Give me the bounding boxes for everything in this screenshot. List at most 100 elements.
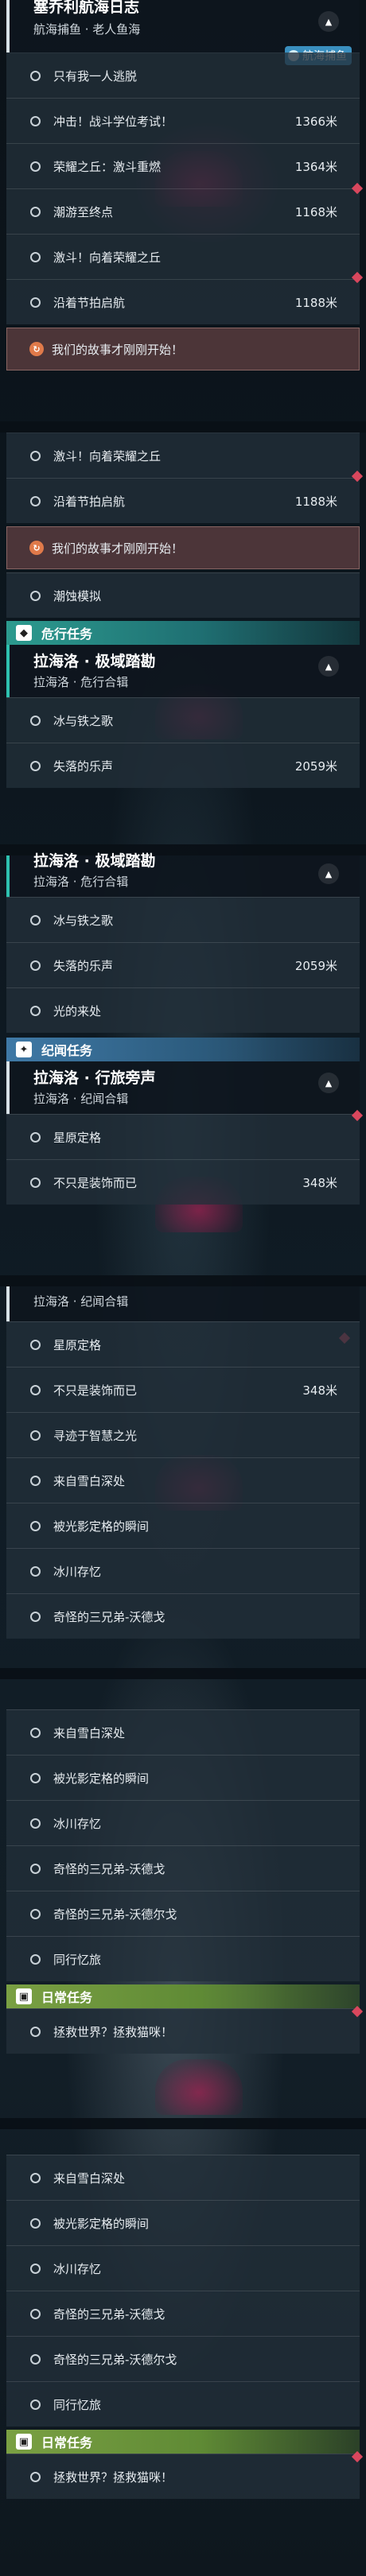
quest-item[interactable]: 奇怪的三兄弟-沃德戈 <box>6 1593 360 1639</box>
frame-divider <box>0 1668 366 1679</box>
quest-item[interactable]: 奇怪的三兄弟-沃德戈 <box>6 1845 360 1891</box>
circle-icon <box>30 715 41 726</box>
chevron-up-icon[interactable]: ▲ <box>318 863 339 884</box>
story-icon: ↻ <box>29 342 44 356</box>
quest-item[interactable]: 激斗！向着荣耀之丘 <box>6 234 360 279</box>
quest-item[interactable]: 奇怪的三兄弟-沃德尔戈 <box>6 1891 360 1936</box>
quest-item[interactable]: 光的来处 <box>6 987 360 1033</box>
quest-group-header[interactable]: 拉海洛 · 极域踏勘 拉海洛 · 危行合辑 ▲ <box>6 852 360 897</box>
quest-item[interactable]: 荣耀之丘：激斗重燃 1364米 <box>6 143 360 188</box>
quest-item[interactable]: 冰与铁之歌 <box>6 897 360 942</box>
circle-icon <box>30 1863 41 1874</box>
circle-icon <box>30 914 41 925</box>
quest-item[interactable]: 冰川存忆 <box>6 1800 360 1845</box>
quest-label: 冰与铁之歌 <box>53 713 114 728</box>
circle-icon <box>30 2399 41 2410</box>
quest-item[interactable]: 冰川存忆 <box>6 1548 360 1593</box>
quest-item[interactable]: 冲击！战斗学位考试！ 1366米 <box>6 98 360 143</box>
waypoint-marker-icon <box>351 2005 364 2018</box>
story-quest-item[interactable]: ↻ 我们的故事才刚刚开始！ <box>6 526 360 569</box>
quest-label: 同行忆旅 <box>53 2397 102 2412</box>
quest-label: 荣耀之丘：激斗重燃 <box>53 159 162 174</box>
chevron-up-icon[interactable]: ▲ <box>318 656 339 677</box>
quest-item[interactable]: 来自雪白深处 <box>6 1457 360 1503</box>
bow-decoration <box>155 2059 243 2115</box>
quest-item[interactable]: 星原定格 <box>6 1109 364 1159</box>
quest-item[interactable]: 失落的乐声 2059米 <box>6 942 360 987</box>
quest-item[interactable]: 同行忆旅 <box>6 1936 360 1981</box>
quest-label: 同行忆旅 <box>53 1952 102 1967</box>
circle-icon <box>30 1475 41 1486</box>
quest-distance: 348米 <box>302 1383 337 1398</box>
frame-divider <box>0 421 366 433</box>
circle-icon <box>30 1953 41 1965</box>
quest-item[interactable]: 潮蚀模拟 <box>6 572 360 618</box>
quest-item[interactable]: 激斗！向着荣耀之丘 <box>6 433 360 478</box>
quest-distance: 2059米 <box>294 958 337 973</box>
quest-label: 被光影定格的瞬间 <box>53 2216 150 2231</box>
category-label: 危行任务 <box>41 627 93 642</box>
quest-item[interactable]: 被光影定格的瞬间 <box>6 1755 360 1800</box>
circle-icon <box>30 1565 41 1577</box>
story-quest-item[interactable]: ↻ 我们的故事才刚刚开始！ <box>6 328 360 370</box>
circle-icon <box>30 2263 41 2274</box>
quest-item[interactable]: 同行忆旅 <box>6 2381 360 2427</box>
quest-item[interactable]: 冰川存忆 <box>6 2245 360 2291</box>
category-label: 纪闻任务 <box>41 1043 93 1058</box>
quest-item[interactable]: 来自雪白深处 <box>6 2155 360 2200</box>
quest-section-1: 塞乔利航海日志 航海捕鱼 · 老人鱼海 ▲ 航海捕鱼 只有我一人逃脱 冲击！战斗… <box>0 0 366 370</box>
story-icon: ↻ <box>29 541 44 555</box>
quest-item[interactable]: 失落的乐声 2059米 <box>6 743 360 788</box>
quest-label: 冲击！战斗学位考试！ <box>53 114 173 129</box>
quest-group-header[interactable]: 塞乔利航海日志 航海捕鱼 · 老人鱼海 ▲ <box>6 0 360 52</box>
quest-item[interactable]: 寻迹于智慧之光 <box>6 1412 360 1457</box>
quest-label: 被光影定格的瞬间 <box>53 1519 150 1534</box>
circle-icon <box>30 1005 41 1016</box>
quest-item[interactable]: 奇怪的三兄弟-沃德戈 <box>6 2291 360 2336</box>
circle-icon <box>30 2217 41 2229</box>
chevron-up-icon[interactable]: ▲ <box>318 11 339 32</box>
quest-item[interactable]: 沿着节拍启航 1188米 <box>6 470 364 523</box>
quest-item[interactable]: 拯救世界？拯救猫咪！ <box>6 2005 364 2054</box>
chevron-up-icon[interactable]: ▲ <box>318 1073 339 1093</box>
group-subtitle: 拉海洛 · 纪闻合辑 <box>33 1092 129 1106</box>
circle-icon <box>30 297 41 308</box>
circle-icon <box>30 115 41 126</box>
quest-label: 来自雪白深处 <box>53 1725 126 1740</box>
quest-section-5: 来自雪白深处 被光影定格的瞬间 冰川存忆 奇怪的三兄弟-沃德戈 奇怪的三兄弟-沃… <box>0 1709 366 2054</box>
quest-section-4: 拉海洛 · 纪闻合辑 星原定格 不只是装饰而已 348米 寻迹于智慧之光 来自雪白… <box>0 1286 366 1639</box>
quest-item[interactable]: 被光影定格的瞬间 <box>6 2200 360 2245</box>
quest-label: 拯救世界？拯救猫咪！ <box>53 2469 173 2485</box>
quest-label: 光的来处 <box>53 1003 102 1018</box>
quest-label: 我们的故事才刚刚开始！ <box>52 541 184 556</box>
quest-item[interactable]: 拯救世界？拯救猫咪！ <box>6 2450 364 2499</box>
group-subtitle: 拉海洛 · 危行合辑 <box>33 875 129 889</box>
quest-item[interactable]: 不只是装饰而已 348米 <box>6 1159 360 1205</box>
quest-item[interactable]: 来自雪白深处 <box>6 1709 360 1755</box>
quest-distance: 1188米 <box>294 494 337 509</box>
quest-item[interactable]: 星原定格 <box>6 1321 360 1367</box>
quest-item[interactable]: 沿着节拍启航 1188米 <box>6 271 364 324</box>
quest-group-header[interactable]: 拉海洛 · 纪闻合辑 <box>6 1286 360 1344</box>
quest-item[interactable]: 被光影定格的瞬间 <box>6 1503 360 1548</box>
quest-label: 寻迹于智慧之光 <box>53 1428 138 1443</box>
quest-group-header[interactable]: 拉海洛 · 行旅旁声 拉海洛 · 纪闻合辑 ▲ <box>6 1061 360 1114</box>
circle-icon <box>30 960 41 971</box>
quest-item[interactable]: 奇怪的三兄弟-沃德尔戈 <box>6 2336 360 2381</box>
quest-item[interactable]: 不只是装饰而已 348米 <box>6 1367 360 1412</box>
quest-label: 奇怪的三兄弟-沃德尔戈 <box>53 2352 177 2367</box>
quest-label: 沿着节拍启航 <box>53 295 126 310</box>
quest-distance: 1168米 <box>294 204 337 219</box>
circle-icon <box>30 1772 41 1783</box>
circle-icon <box>30 206 41 217</box>
quest-label: 失落的乐声 <box>53 958 114 973</box>
quest-item[interactable]: 潮游至终点 1168米 <box>6 182 364 234</box>
category-header-daily: ▣ 日常任务 <box>6 1984 360 2008</box>
quest-label: 奇怪的三兄弟-沃德尔戈 <box>53 1907 177 1922</box>
quest-item[interactable]: 只有我一人逃脱 <box>6 52 360 98</box>
quest-item[interactable]: 冰与铁之歌 <box>6 697 360 743</box>
quest-group-header[interactable]: 拉海洛 · 极域踏勘 拉海洛 · 危行合辑 ▲ <box>6 645 360 697</box>
quest-label: 冰川存忆 <box>53 2261 102 2276</box>
quest-section-3: 拉海洛 · 极域踏勘 拉海洛 · 危行合辑 ▲ 冰与铁之歌 失落的乐声 2059米… <box>0 852 366 1205</box>
quest-label: 奇怪的三兄弟-沃德戈 <box>53 1861 165 1876</box>
